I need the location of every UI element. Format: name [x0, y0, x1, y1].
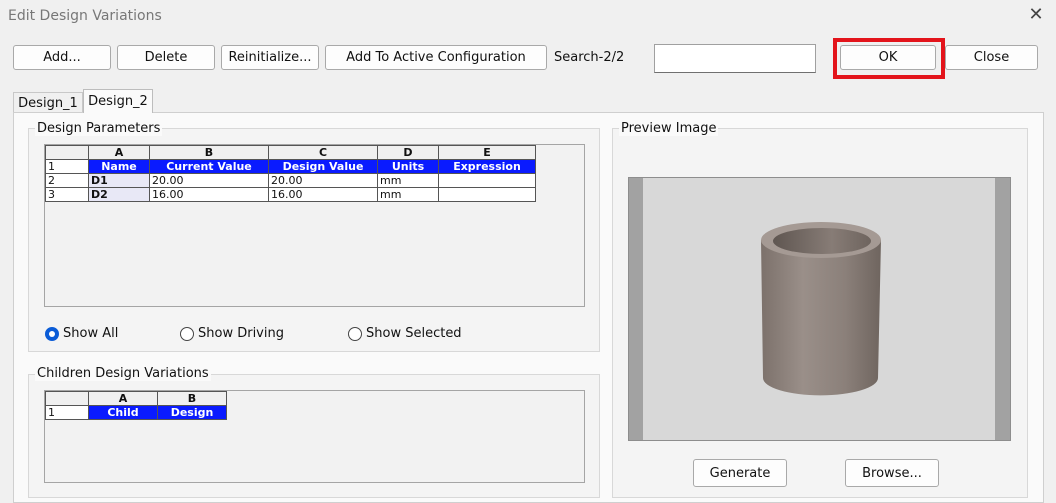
preview-left-border	[629, 178, 643, 440]
design-parameters-label: Design Parameters	[35, 121, 163, 136]
search-input[interactable]	[654, 44, 816, 73]
row-number[interactable]: 1	[45, 405, 89, 420]
parameter-name-cell[interactable]: D2	[88, 187, 150, 202]
radio-selected-icon	[45, 326, 59, 341]
expression-cell[interactable]	[438, 173, 536, 188]
show-driving-label: Show Driving	[198, 326, 284, 341]
column-letter[interactable]: A	[88, 145, 150, 160]
add-to-active-configuration-button[interactable]: Add To Active Configuration	[325, 45, 547, 70]
add-button[interactable]: Add...	[13, 45, 111, 70]
units-cell[interactable]: mm	[377, 187, 439, 202]
generate-button[interactable]: Generate	[693, 459, 787, 487]
header-units[interactable]: Units	[377, 159, 439, 174]
tab-design-2[interactable]: Design_2	[83, 89, 153, 113]
table-header-row: 1 Name Current Value Design Value Units …	[45, 159, 536, 174]
radio-unselected-icon	[180, 326, 194, 341]
delete-button[interactable]: Delete	[117, 45, 215, 70]
grid-corner	[45, 145, 89, 160]
header-design-value[interactable]: Design Value	[268, 159, 378, 174]
column-letter[interactable]: B	[157, 391, 227, 406]
children-design-variations-label: Children Design Variations	[35, 366, 211, 381]
table-header-row: 1 Child Design	[45, 405, 227, 420]
expression-cell[interactable]	[438, 187, 536, 202]
show-all-radio[interactable]: Show All	[45, 326, 118, 341]
ok-button-highlight	[833, 38, 945, 79]
design-value-cell[interactable]: 16.00	[268, 187, 378, 202]
column-letter[interactable]: A	[88, 391, 158, 406]
header-name[interactable]: Name	[88, 159, 150, 174]
header-design[interactable]: Design	[157, 405, 227, 420]
current-value-cell[interactable]: 20.00	[149, 173, 269, 188]
tab-design-1[interactable]: Design_1	[13, 92, 83, 113]
show-all-label: Show All	[63, 326, 119, 341]
header-expression[interactable]: Expression	[438, 159, 536, 174]
preview-image-label: Preview Image	[619, 121, 719, 136]
search-label: Search-2/2	[554, 50, 625, 65]
row-number[interactable]: 3	[45, 187, 89, 202]
show-selected-radio[interactable]: Show Selected	[348, 326, 462, 341]
column-letter[interactable]: B	[149, 145, 269, 160]
design-value-cell[interactable]: 20.00	[268, 173, 378, 188]
column-letter[interactable]: C	[268, 145, 378, 160]
grid-corner	[45, 391, 89, 406]
browse-button[interactable]: Browse...	[845, 459, 939, 487]
window-title: Edit Design Variations	[8, 8, 162, 24]
close-button[interactable]: Close	[945, 45, 1038, 70]
units-cell[interactable]: mm	[377, 173, 439, 188]
column-letter-row: A B	[45, 391, 227, 406]
table-row[interactable]: 3 D2 16.00 16.00 mm	[45, 187, 536, 202]
preview-right-border	[995, 178, 1010, 440]
header-current-value[interactable]: Current Value	[149, 159, 269, 174]
column-letter-row: A B C D E	[45, 145, 536, 160]
reinitialize-button[interactable]: Reinitialize...	[221, 45, 319, 70]
column-letter[interactable]: E	[438, 145, 536, 160]
header-child[interactable]: Child	[88, 405, 158, 420]
parameter-name-cell[interactable]: D1	[88, 173, 150, 188]
children-table[interactable]: A B 1 Child Design	[45, 391, 227, 420]
row-number[interactable]: 1	[45, 159, 89, 174]
show-selected-label: Show Selected	[366, 326, 462, 341]
close-window-icon[interactable]: ✕	[1026, 5, 1046, 25]
row-number[interactable]: 2	[45, 173, 89, 188]
show-driving-radio[interactable]: Show Driving	[180, 326, 284, 341]
design-parameters-table[interactable]: A B C D E 1 Name Current Value Design Va…	[45, 145, 536, 202]
current-value-cell[interactable]: 16.00	[149, 187, 269, 202]
cylinder-model-image	[761, 222, 881, 396]
radio-unselected-icon	[348, 326, 362, 341]
table-row[interactable]: 2 D1 20.00 20.00 mm	[45, 173, 536, 188]
column-letter[interactable]: D	[377, 145, 439, 160]
